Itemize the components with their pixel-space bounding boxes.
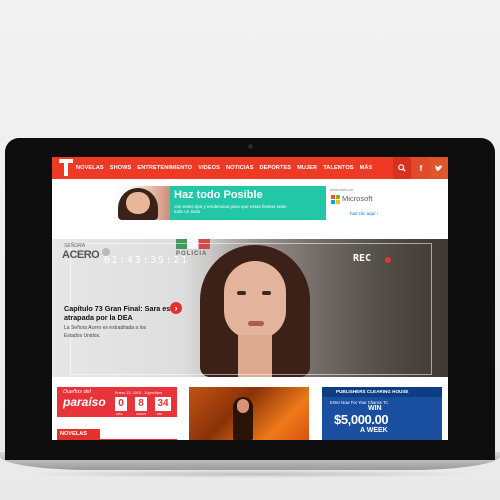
nav-item-mujer[interactable]: MUJER [297,165,317,171]
countdown-minutes-label: MIN [157,412,163,416]
hero-description: La Señora Acero es extraditada a los Est… [64,325,146,339]
telemundo-logo-icon[interactable] [59,159,73,176]
rec-dot-icon [385,257,391,263]
countdown-show-large: paraíso [63,395,106,409]
nav-item-mas[interactable]: MÁS [360,165,373,171]
ad-cta-link[interactable]: haz clic aquí › [350,211,378,216]
countdown-date: Enero 13, 2015 - 10pm/9pm [115,391,163,395]
ad-presented-by: presentado por [330,188,354,192]
nav-item-noticias[interactable]: NOTICIAS [226,165,254,171]
hero-title[interactable]: Capítulo 73 Gran Final: Sara es atrapada… [64,304,182,322]
nav-item-novelas[interactable]: NOVELAS [76,165,104,171]
countdown-card[interactable]: Dueños del paraíso Enero 13, 2015 - 10pm… [57,387,177,440]
countdown-minutes: 34 [155,397,171,411]
main-menu: NOVELAS SHOWS ENTRETENIMIENTO VIDEOS NOT… [76,157,378,179]
microsoft-logo-icon [331,195,340,204]
video-thumbnail-card[interactable] [189,387,309,440]
promo-ad-card[interactable]: PUBLISHERS CLEARING HOUSE Enter Now For … [322,387,442,440]
ad-model-image [112,186,170,220]
facebook-icon: f [419,163,423,173]
nav-item-videos[interactable]: VIDEOS [198,165,220,171]
search-icon [398,164,406,172]
top-navbar: NOVELAS SHOWS ENTRETENIMIENTO VIDEOS NOT… [52,157,448,179]
facebook-button[interactable]: f [412,157,430,179]
rec-label: REC [353,253,372,264]
countdown-days: 0 [115,397,127,411]
ad-headline: Haz todo Posible [174,189,263,201]
laptop-screen: NOVELAS SHOWS ENTRETENIMIENTO VIDEOS NOT… [52,157,448,440]
ad-subtext: con estos tips y tendencias para que est… [174,204,287,215]
promo-week: A WEEK [360,427,388,434]
laptop-shadow [20,470,480,478]
search-button[interactable] [393,157,411,179]
promo-amount: $5,000.00 [334,412,389,427]
promo-header: PUBLISHERS CLEARING HOUSE [336,389,409,394]
hero-feature[interactable]: POLICIA SEÑORA ACERO 01:43:39:21 REC Cap… [52,239,448,377]
nav-item-shows[interactable]: SHOWS [110,165,132,171]
category-divider [57,439,177,440]
nav-item-talentos[interactable]: TALENTOS [323,165,353,171]
promo-win: WIN [368,405,382,412]
nav-item-deportes[interactable]: DEPORTES [260,165,292,171]
twitter-icon [435,164,443,171]
twitter-button[interactable] [430,157,448,179]
webcam [248,144,253,149]
video-timecode: 01:43:39:21 [104,255,189,266]
countdown-hours-label: HORAS [136,412,146,416]
nav-item-entretenimiento[interactable]: ENTRETENIMIENTO [137,165,192,171]
show-logo-large: ACERO [62,249,100,261]
ad-banner[interactable]: Haz todo Posible con estos tips y tenden… [112,186,388,220]
ad-brand: Microsoft [342,194,373,203]
countdown-days-label: DÍAS [116,412,123,416]
countdown-hours: 8 [135,397,147,411]
next-arrow-button[interactable]: › [170,302,182,314]
